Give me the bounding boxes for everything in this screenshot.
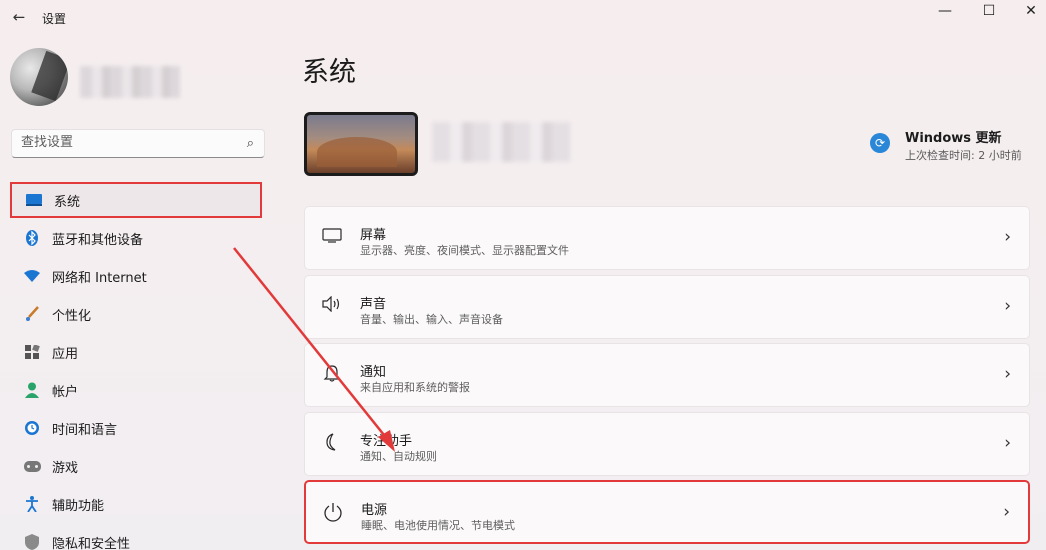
- device-name-blurred: [432, 122, 572, 162]
- system-icon: [23, 189, 45, 211]
- sidebar-item-label: 游戏: [52, 460, 79, 476]
- sidebar-item-label: 帐户: [52, 384, 79, 400]
- sidebar-item-personalization[interactable]: 个性化: [10, 296, 262, 332]
- sidebar-item-system[interactable]: 系统: [10, 182, 262, 218]
- chevron-right-icon: ›: [1004, 364, 1011, 384]
- user-name-blurred: [80, 66, 180, 98]
- windows-update-last-checked: 上次检查时间: 2 小时前: [905, 149, 1022, 162]
- card-title: 屏幕: [360, 228, 387, 243]
- main-content: 系统 ⟳ Windows 更新 上次检查时间: 2 小时前 屏幕 显示器、亮度、…: [302, 36, 1046, 550]
- speaker-icon: [321, 295, 343, 318]
- title-bar: ← 设置 — ☐ ✕: [0, 0, 1046, 36]
- search-icon[interactable]: ⌕: [247, 136, 254, 151]
- sidebar-item-gaming[interactable]: 游戏: [10, 448, 262, 484]
- minimize-button[interactable]: —: [922, 0, 968, 28]
- windows-update-title[interactable]: Windows 更新: [905, 127, 1002, 146]
- sidebar-item-apps[interactable]: 应用: [10, 334, 262, 370]
- device-wallpaper-thumbnail[interactable]: [304, 112, 418, 176]
- bluetooth-icon: [21, 227, 43, 249]
- chevron-right-icon: ›: [1004, 295, 1011, 316]
- close-button[interactable]: ✕: [1008, 0, 1046, 28]
- moon-icon: [321, 432, 343, 455]
- card-title: 专注助手: [360, 433, 413, 449]
- card-description: 睡眠、电池使用情况、节电模式: [361, 519, 515, 532]
- windows-update-icon[interactable]: ⟳: [870, 133, 890, 153]
- wifi-icon: [21, 265, 43, 287]
- search-box[interactable]: ⌕: [11, 129, 265, 158]
- bell-icon: [321, 364, 343, 386]
- sidebar-item-label: 网络和 Internet: [52, 270, 147, 286]
- card-power[interactable]: 电源 睡眠、电池使用情况、节电模式 ›: [304, 480, 1030, 544]
- power-icon: [322, 502, 344, 524]
- sidebar-item-label: 时间和语言: [52, 422, 118, 438]
- card-sound[interactable]: 声音 音量、输出、输入、声音设备 ›: [304, 274, 1030, 339]
- apps-icon: [21, 341, 43, 363]
- sidebar-item-accessibility[interactable]: 辅助功能: [10, 486, 262, 522]
- card-description: 显示器、亮度、夜间模式、显示器配置文件: [360, 244, 569, 257]
- sidebar-item-bluetooth[interactable]: 蓝牙和其他设备: [10, 220, 262, 256]
- maximize-button[interactable]: ☐: [966, 0, 1012, 28]
- sidebar-item-label: 系统: [54, 194, 81, 210]
- sidebar-item-label: 应用: [52, 346, 79, 362]
- shield-icon: [21, 531, 43, 550]
- sidebar-item-privacy[interactable]: 隐私和安全性: [10, 524, 262, 550]
- sidebar-item-time-language[interactable]: 时间和语言: [10, 410, 262, 446]
- clock-icon: [21, 417, 43, 439]
- account-icon: [21, 379, 43, 401]
- card-title: 声音: [360, 296, 387, 312]
- search-input[interactable]: [21, 135, 221, 150]
- card-title: 通知: [360, 365, 387, 380]
- chevron-right-icon: ›: [1004, 227, 1011, 247]
- gamepad-icon: [21, 455, 43, 477]
- sidebar-item-accounts[interactable]: 帐户: [10, 372, 262, 408]
- chevron-right-icon: ›: [1003, 502, 1010, 522]
- settings-cards: 屏幕 显示器、亮度、夜间模式、显示器配置文件 › 声音 音量、输出、输入、声音设…: [304, 206, 1030, 549]
- brush-icon: [21, 303, 43, 325]
- avatar[interactable]: [10, 48, 68, 106]
- chevron-right-icon: ›: [1004, 432, 1011, 453]
- sidebar-item-label: 隐私和安全性: [52, 536, 131, 550]
- nav-list: 系统 蓝牙和其他设备 网络和 Internet 个性化 应用 帐户 时间和语言 …: [10, 182, 262, 550]
- sidebar: ⌕ 系统 蓝牙和其他设备 网络和 Internet 个性化: [0, 36, 278, 550]
- sidebar-item-label: 个性化: [52, 308, 92, 324]
- card-focus-assist[interactable]: 专注助手 通知、自动规则 ›: [304, 411, 1030, 476]
- back-arrow-icon[interactable]: ←: [8, 6, 30, 28]
- card-title: 电源: [361, 503, 388, 518]
- sidebar-item-label: 辅助功能: [52, 498, 105, 514]
- card-description: 音量、输出、输入、声音设备: [360, 312, 503, 326]
- card-notifications[interactable]: 通知 来自应用和系统的警报 ›: [304, 343, 1030, 407]
- sidebar-item-label: 蓝牙和其他设备: [52, 232, 144, 248]
- card-description: 来自应用和系统的警报: [360, 381, 470, 394]
- page-title: 系统: [302, 57, 356, 88]
- card-display[interactable]: 屏幕 显示器、亮度、夜间模式、显示器配置文件 ›: [304, 206, 1030, 270]
- sidebar-item-network[interactable]: 网络和 Internet: [10, 258, 262, 294]
- card-description: 通知、自动规则: [360, 449, 437, 463]
- app-title: 设置: [42, 12, 67, 26]
- monitor-icon: [321, 227, 343, 249]
- accessibility-icon: [21, 493, 43, 515]
